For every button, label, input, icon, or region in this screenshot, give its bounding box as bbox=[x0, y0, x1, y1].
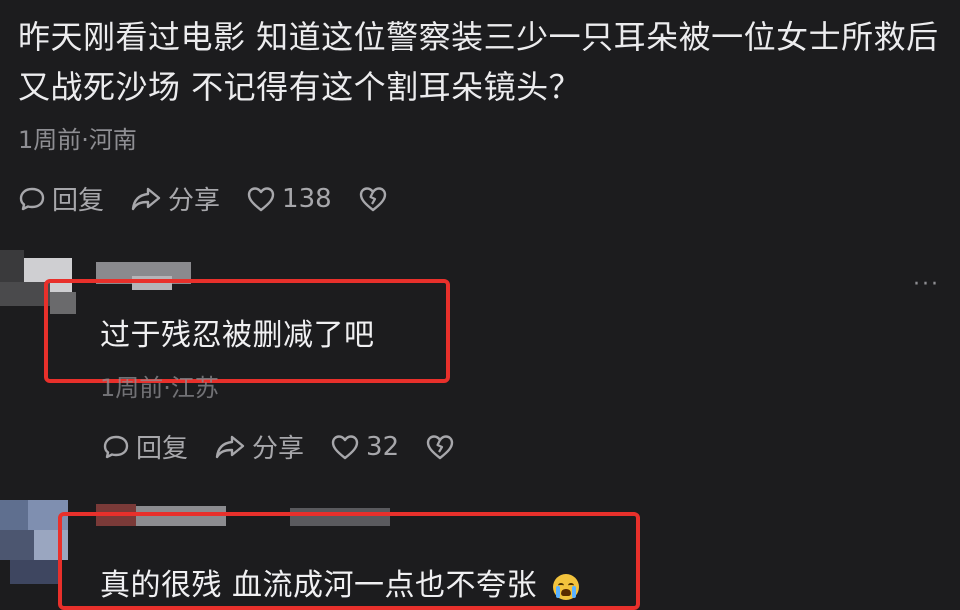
reply-text-content: 真的很残 血流成河一点也不夸张 bbox=[100, 568, 538, 603]
reply-button[interactable]: 回复 bbox=[102, 428, 188, 465]
like-count: 138 bbox=[282, 183, 332, 214]
like-count: 32 bbox=[366, 431, 400, 462]
more-dots-icon[interactable]: ··· bbox=[913, 272, 940, 297]
broken-heart-icon bbox=[359, 186, 386, 211]
comment-bubble-icon bbox=[19, 187, 45, 210]
crying-face-emoji bbox=[553, 573, 580, 600]
dislike-button[interactable] bbox=[425, 433, 455, 461]
comment-bubble-icon bbox=[103, 435, 129, 458]
comment-actions: 回复 分享 138 bbox=[18, 180, 414, 217]
like-button[interactable]: 32 bbox=[330, 432, 399, 462]
reply-actions: 回复 分享 32 bbox=[102, 428, 481, 465]
reply-label: 回复 bbox=[136, 434, 189, 464]
share-label: 分享 bbox=[252, 434, 305, 464]
heart-icon bbox=[331, 434, 359, 459]
share-arrow-icon bbox=[215, 435, 245, 458]
dislike-button[interactable] bbox=[358, 185, 388, 213]
reply-meta: 1周前·江苏 bbox=[100, 374, 219, 402]
reply-text: 真的很残 血流成河一点也不夸张 bbox=[100, 560, 580, 604]
reply-button[interactable]: 回复 bbox=[18, 180, 104, 217]
heart-icon bbox=[247, 186, 275, 211]
reply-label: 回复 bbox=[52, 186, 105, 216]
broken-heart-icon bbox=[426, 434, 454, 459]
share-button[interactable]: 分享 bbox=[214, 428, 304, 465]
share-arrow-icon bbox=[131, 187, 161, 210]
like-button[interactable]: 138 bbox=[246, 184, 332, 214]
comment-text: 昨天刚看过电影 知道这位警察装三少一只耳朵被一位女士所救后又战死沙场 不记得有这… bbox=[18, 18, 939, 106]
share-button[interactable]: 分享 bbox=[130, 180, 220, 217]
comment-meta: 1周前·河南 bbox=[18, 126, 137, 154]
reply-text: 过于残忍被删减了吧 bbox=[100, 318, 375, 353]
share-label: 分享 bbox=[168, 186, 221, 216]
